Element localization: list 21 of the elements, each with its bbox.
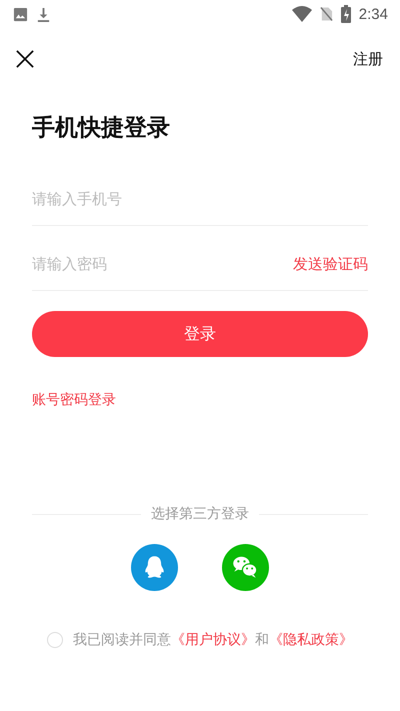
wifi-icon bbox=[292, 6, 312, 22]
download-icon bbox=[36, 6, 51, 22]
input-field[interactable]: 请输入密码 bbox=[32, 244, 293, 284]
user-agreement-link[interactable]: 《用户协议》 bbox=[171, 632, 255, 648]
penguin-icon[interactable] bbox=[131, 544, 178, 591]
agree-checkbox[interactable] bbox=[47, 632, 63, 648]
password-login-link[interactable]: 账号密码登录 bbox=[32, 391, 116, 409]
page-title: 手机快捷登录 bbox=[32, 114, 171, 143]
register-link[interactable]: 注册 bbox=[353, 50, 383, 68]
chat-bubbles-icon[interactable] bbox=[222, 544, 269, 591]
status-time: 2:34 bbox=[358, 6, 388, 22]
send-code-link[interactable]: 发送验证码 bbox=[293, 254, 368, 274]
close-icon[interactable] bbox=[16, 50, 34, 68]
battery-icon bbox=[340, 5, 351, 23]
image-icon bbox=[13, 6, 28, 22]
input-field[interactable]: 请输入手机号 bbox=[32, 179, 368, 219]
third-party-heading: 选择第三方登录 bbox=[151, 505, 249, 523]
no-sim-icon bbox=[320, 6, 333, 22]
privacy-policy-link[interactable]: 《隐私政策》 bbox=[269, 632, 353, 648]
login-button[interactable]: 登录 bbox=[32, 311, 368, 357]
agreement-text: 我已阅读并同意《用户协议》和《隐私政策》 bbox=[73, 631, 353, 649]
